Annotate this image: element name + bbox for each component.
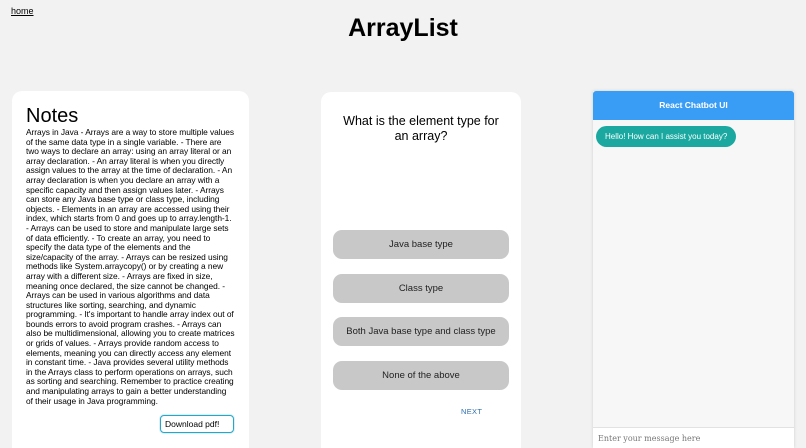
download-pdf-button[interactable]: Download pdf! (160, 415, 234, 433)
chatbot-panel: React Chatbot UI Hello! How can I assist… (593, 91, 794, 448)
app-page: home ArrayList Notes Arrays in Java - Ar… (0, 0, 806, 448)
answer-option-none[interactable]: None of the above (333, 361, 509, 390)
chatbot-header: React Chatbot UI (593, 91, 794, 120)
notes-body: Arrays in Java - Arrays are a way to sto… (26, 127, 235, 406)
notes-card: Notes Arrays in Java - Arrays are a way … (12, 91, 249, 448)
answer-option-java-base-type[interactable]: Java base type (333, 230, 509, 259)
notes-title: Notes (26, 105, 79, 127)
answer-option-class-type[interactable]: Class type (333, 274, 509, 303)
quiz-card: What is the element type for an array? J… (321, 92, 521, 448)
chat-message-bot: Hello! How can I assist you today? (596, 126, 737, 147)
quiz-question: What is the element type for an array? (343, 114, 499, 143)
chat-message-input[interactable] (593, 427, 794, 448)
next-button[interactable]: NEXT (461, 407, 482, 416)
page-title: ArrayList (348, 14, 458, 42)
answer-option-both[interactable]: Both Java base type and class type (333, 317, 509, 346)
